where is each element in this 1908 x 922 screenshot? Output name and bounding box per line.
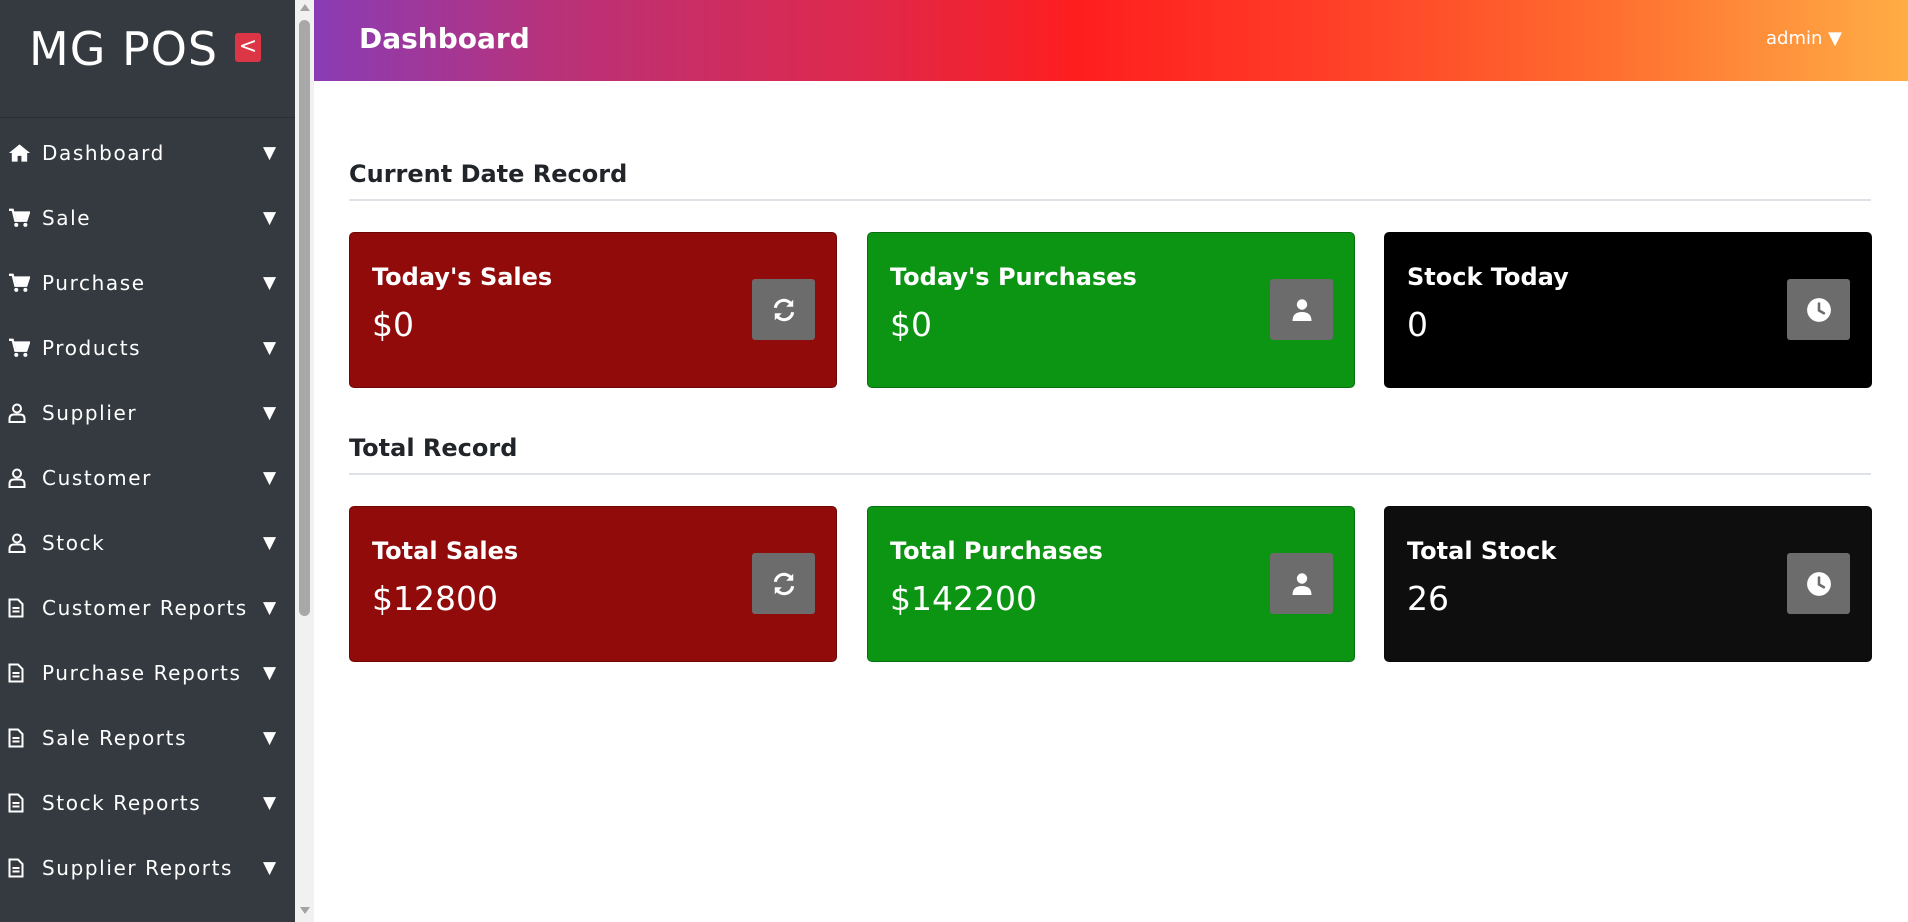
user-icon [8,402,34,424]
chevron-down-icon: ▼ [263,272,277,293]
chevron-down-icon: ▼ [263,857,277,878]
sidebar-item-products[interactable]: Products ▼ [0,315,295,380]
card-value: 26 [1407,579,1449,618]
section-divider [349,199,1871,201]
chevron-down-icon: ▼ [263,207,277,228]
document-icon [8,662,34,684]
sidebar-item-label: Customer [42,465,152,490]
document-icon [8,597,34,619]
page-title: Dashboard [359,22,530,55]
sidebar-item-stock[interactable]: Stock ▼ [0,510,295,575]
sidebar-item-label: Sale [42,205,92,230]
app-window: MG POS < Dashboard ▼ Sale ▼ Purchase ▼ P… [0,0,1908,922]
section-title-total: Total Record [349,434,518,462]
sidebar-item-label: Dashboard [42,140,165,165]
card-label: Total Purchases [890,537,1103,565]
sidebar-item-customer[interactable]: Customer ▼ [0,445,295,510]
chevron-down-icon: ▼ [263,532,277,553]
brand-logo-text: MG POS [29,22,219,76]
sidebar-nav: Dashboard ▼ Sale ▼ Purchase ▼ Products ▼… [0,120,295,900]
sidebar-scrollbar[interactable] [295,0,314,922]
card-value: $0 [890,305,932,344]
chevron-down-icon: ▼ [263,662,277,683]
section-title-current: Current Date Record [349,160,628,188]
chevron-down-icon: ▼ [263,142,277,163]
document-icon [8,857,34,879]
card-total-sales: Total Sales $12800 [349,506,837,662]
user-icon [1270,553,1333,614]
sidebar-item-supplier[interactable]: Supplier ▼ [0,380,295,445]
user-icon [8,532,34,554]
chevron-down-icon: ▼ [263,597,277,618]
card-label: Total Sales [372,537,519,565]
refresh-icon [752,553,815,614]
scrollbar-thumb[interactable] [299,20,310,616]
sidebar-item-customer-reports[interactable]: Customer Reports ▼ [0,575,295,640]
sidebar-item-sale[interactable]: Sale ▼ [0,185,295,250]
chevron-down-icon: ▼ [263,402,277,423]
clock-icon [1787,279,1850,340]
card-label: Today's Purchases [890,263,1137,291]
document-icon [8,792,34,814]
sidebar-item-label: Customer Reports [42,595,248,620]
sidebar-item-supplier-reports[interactable]: Supplier Reports ▼ [0,835,295,900]
sidebar: MG POS < Dashboard ▼ Sale ▼ Purchase ▼ P… [0,0,295,922]
sidebar-item-dashboard[interactable]: Dashboard ▼ [0,120,295,185]
sidebar-brand: MG POS < [0,0,295,118]
sidebar-item-sale-reports[interactable]: Sale Reports ▼ [0,705,295,770]
sidebar-item-label: Supplier Reports [42,855,234,880]
home-icon [8,142,34,164]
document-icon [8,727,34,749]
sidebar-item-label: Products [42,335,142,360]
chevron-down-icon: ▼ [263,792,277,813]
scroll-down-arrow-icon[interactable] [300,907,310,914]
card-total-stock: Total Stock 26 [1384,506,1872,662]
card-todays-sales: Today's Sales $0 [349,232,837,388]
sidebar-item-label: Stock [42,530,106,555]
chevron-down-icon: ▼ [263,727,277,748]
cart-icon [8,207,34,229]
cart-icon [8,337,34,359]
sidebar-item-label: Stock Reports [42,790,202,815]
card-value: $142200 [890,579,1037,618]
sidebar-item-purchase-reports[interactable]: Purchase Reports ▼ [0,640,295,705]
refresh-icon [752,279,815,340]
sidebar-item-label: Purchase [42,270,146,295]
top-header: Dashboard admin ▼ [314,0,1908,81]
sidebar-collapse-button[interactable]: < [235,33,261,62]
sidebar-item-stock-reports[interactable]: Stock Reports ▼ [0,770,295,835]
card-value: $0 [372,305,414,344]
card-value: $12800 [372,579,498,618]
chevron-down-icon: ▼ [263,337,277,358]
card-total-purchases: Total Purchases $142200 [867,506,1355,662]
card-label: Today's Sales [372,263,553,291]
sidebar-item-label: Supplier [42,400,138,425]
scroll-up-arrow-icon[interactable] [300,4,310,11]
sidebar-item-label: Sale Reports [42,725,188,750]
section-divider [349,473,1871,475]
card-value: 0 [1407,305,1428,344]
user-icon [1270,279,1333,340]
chevron-down-icon: ▼ [263,467,277,488]
card-stock-today: Stock Today 0 [1384,232,1872,388]
clock-icon [1787,553,1850,614]
sidebar-item-label: Purchase Reports [42,660,242,685]
card-label: Total Stock [1407,537,1557,565]
cart-icon [8,272,34,294]
user-icon [8,467,34,489]
sidebar-item-purchase[interactable]: Purchase ▼ [0,250,295,315]
user-menu-dropdown[interactable]: admin ▼ [1766,28,1842,49]
card-label: Stock Today [1407,263,1569,291]
card-todays-purchases: Today's Purchases $0 [867,232,1355,388]
